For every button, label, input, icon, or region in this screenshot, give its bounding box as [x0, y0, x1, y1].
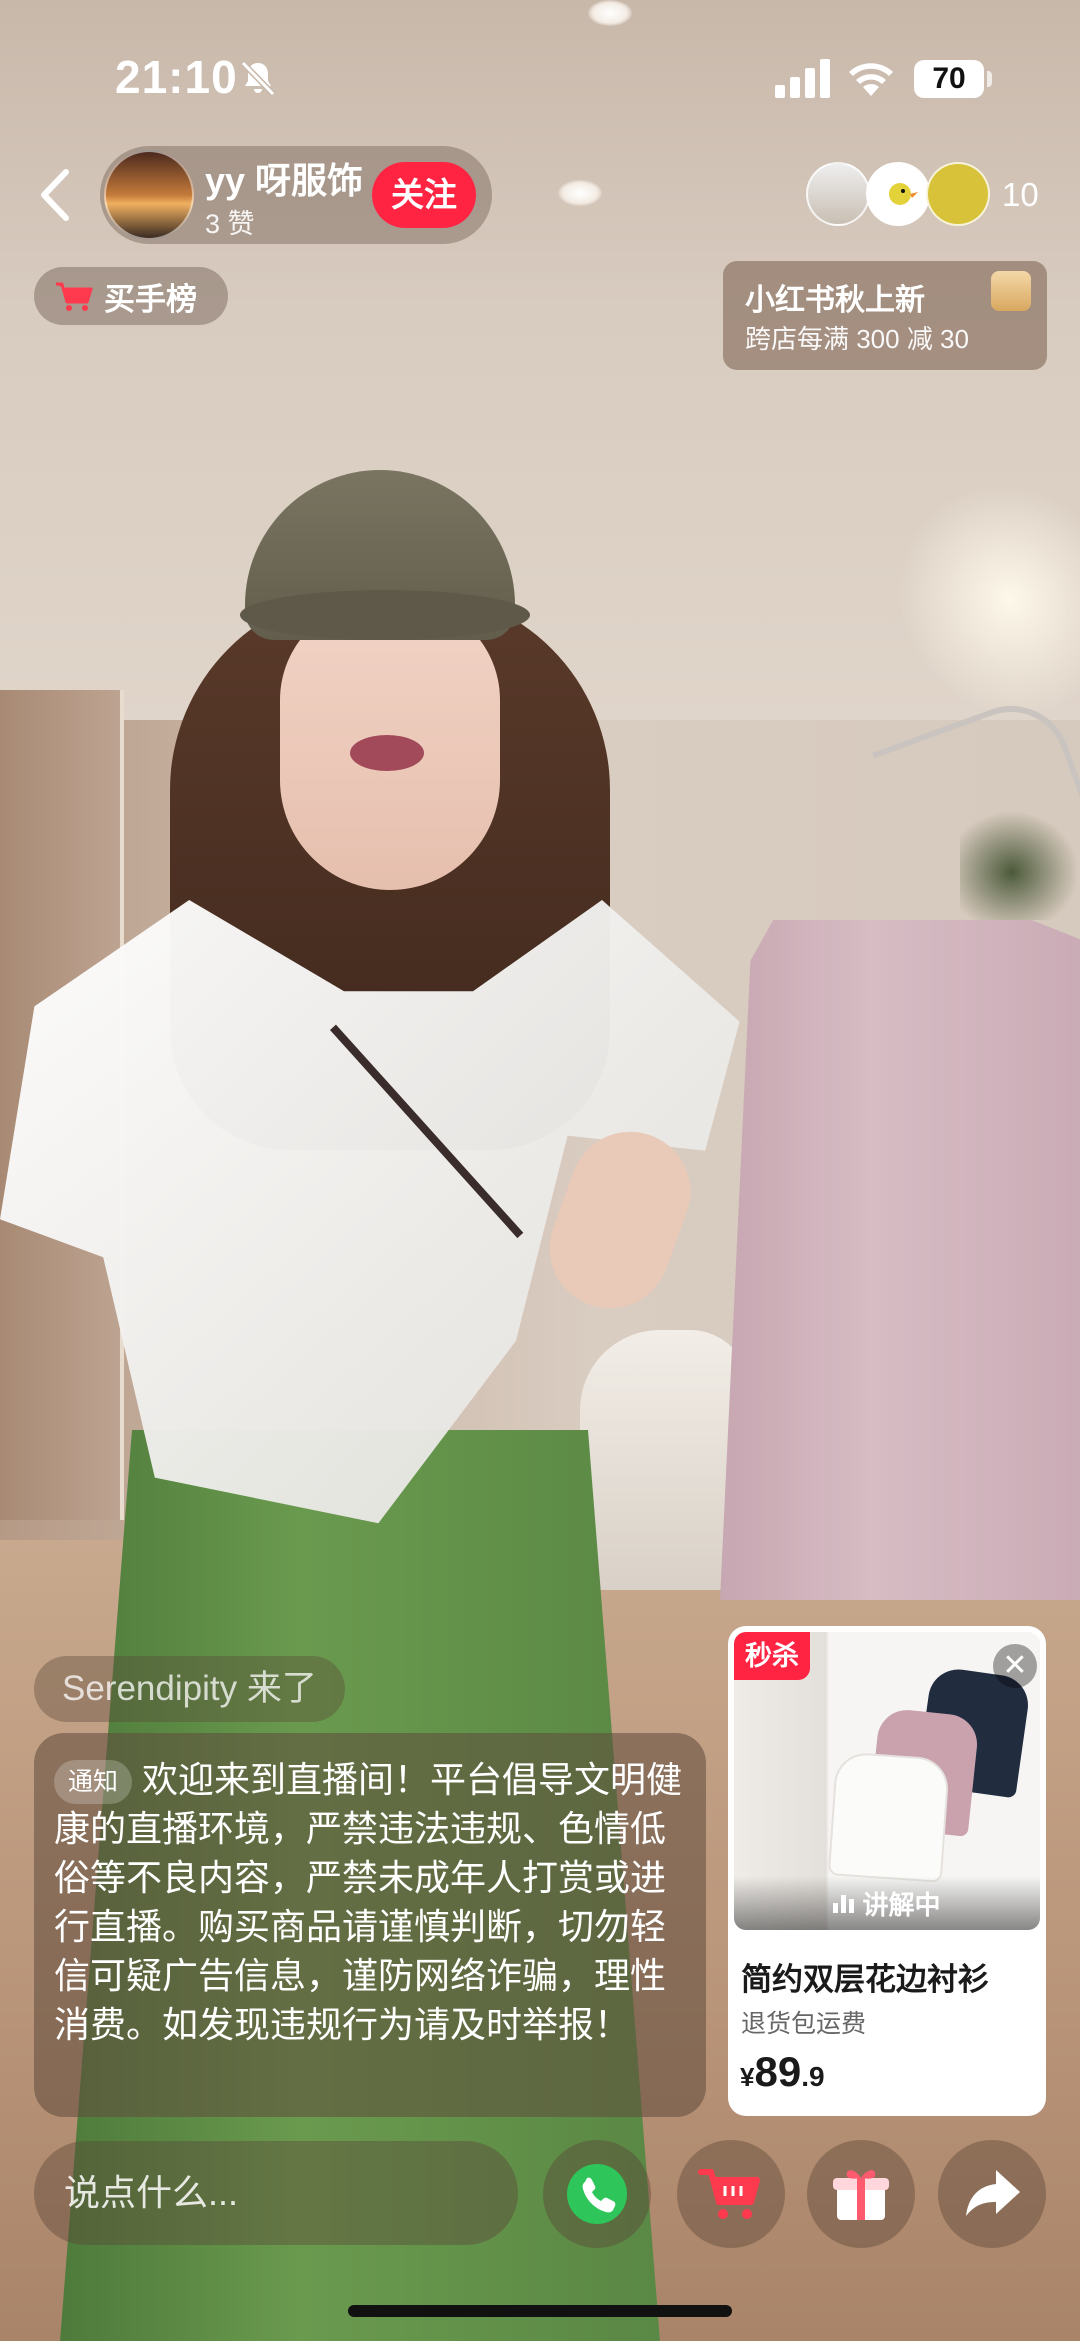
- buyer-rank-badge[interactable]: 买手榜: [34, 267, 228, 325]
- system-notice: 通知 欢迎来到直播间！平台倡导文明健康的直播环境，严禁违法违规、色情低俗等不良内容…: [34, 1733, 706, 2117]
- explaining-indicator: 讲解中: [734, 1876, 1040, 1930]
- host-mouth: [350, 735, 424, 771]
- gift-icon: [833, 2170, 889, 2220]
- host-name[interactable]: yy 呀服饰: [205, 152, 363, 204]
- share-button[interactable]: [938, 2140, 1046, 2248]
- shopping-cart-icon: [698, 2169, 760, 2219]
- spotlight: [558, 180, 602, 206]
- home-indicator[interactable]: [348, 2305, 732, 2317]
- status-time: 21:10: [115, 51, 238, 103]
- promo-title: 小红书秋上新: [745, 284, 925, 317]
- viewer-avatar[interactable]: [866, 162, 930, 226]
- price-symbol: ¥: [740, 2062, 755, 2092]
- buyer-rank-label: 买手榜: [104, 281, 197, 317]
- close-icon[interactable]: ✕: [993, 1644, 1037, 1688]
- notice-tag: 通知: [54, 1760, 133, 1804]
- voice-call-button[interactable]: [543, 2140, 651, 2248]
- viewer-avatar[interactable]: [806, 162, 870, 226]
- product-name[interactable]: 简约双层花边衬衫: [741, 1954, 989, 1999]
- equalizer-icon: [833, 1893, 855, 1913]
- wifi-icon: [849, 63, 893, 96]
- share-icon: [966, 2170, 1020, 2216]
- battery-indicator: 70: [914, 60, 984, 98]
- battery-tip: [987, 71, 992, 87]
- host-cap-brim: [240, 590, 530, 640]
- explaining-label: 讲解中: [862, 1889, 941, 1920]
- product-card[interactable]: 秒杀 ✕ 讲解中 简约双层花边衬衫 退货包运费 ¥89.9: [728, 1626, 1046, 2116]
- viewer-avatar[interactable]: [926, 162, 990, 226]
- gift-button[interactable]: [807, 2140, 915, 2248]
- promo-subtitle: 跨店每满 300 减 30: [745, 324, 969, 354]
- join-message: Serendipity 来了: [34, 1656, 345, 1722]
- shopping-cart-button[interactable]: [677, 2140, 785, 2248]
- price-integer: 89: [754, 2048, 802, 2095]
- promo-banner[interactable]: 小红书秋上新 跨店每满 300 减 30: [723, 261, 1047, 370]
- pink-shirt-on-hanger: [720, 920, 1080, 1600]
- follow-button[interactable]: 关注: [372, 162, 476, 228]
- notice-body: 通知 欢迎来到直播间！平台倡导文明健康的直播环境，严禁违法违规、色情低俗等不良内容…: [54, 1755, 684, 2049]
- signal-icon: [775, 59, 830, 98]
- back-icon[interactable]: [30, 160, 80, 230]
- comment-input[interactable]: 说点什么...: [34, 2141, 518, 2245]
- product-shirt-white: [829, 1753, 949, 1881]
- avatar[interactable]: [104, 150, 194, 240]
- status-bar: 21:10 70: [0, 0, 1080, 150]
- price-decimal: .9: [801, 2061, 825, 2092]
- duck-icon: [889, 183, 918, 205]
- host-likes: 3 赞: [205, 209, 255, 239]
- bell-off-icon: [240, 60, 276, 97]
- gift-box-icon: [991, 271, 1031, 311]
- flash-sale-tag: 秒杀: [734, 1632, 810, 1680]
- product-price: ¥89.9: [740, 2048, 825, 2096]
- viewer-count[interactable]: 10: [1002, 176, 1039, 214]
- cart-icon: [56, 282, 93, 311]
- phone-icon: [567, 2164, 627, 2224]
- product-subtitle: 退货包运费: [741, 2010, 867, 2038]
- notice-text: 欢迎来到直播间！平台倡导文明健康的直播环境，严禁违法违规、色情低俗等不良内容，严…: [54, 1759, 683, 2045]
